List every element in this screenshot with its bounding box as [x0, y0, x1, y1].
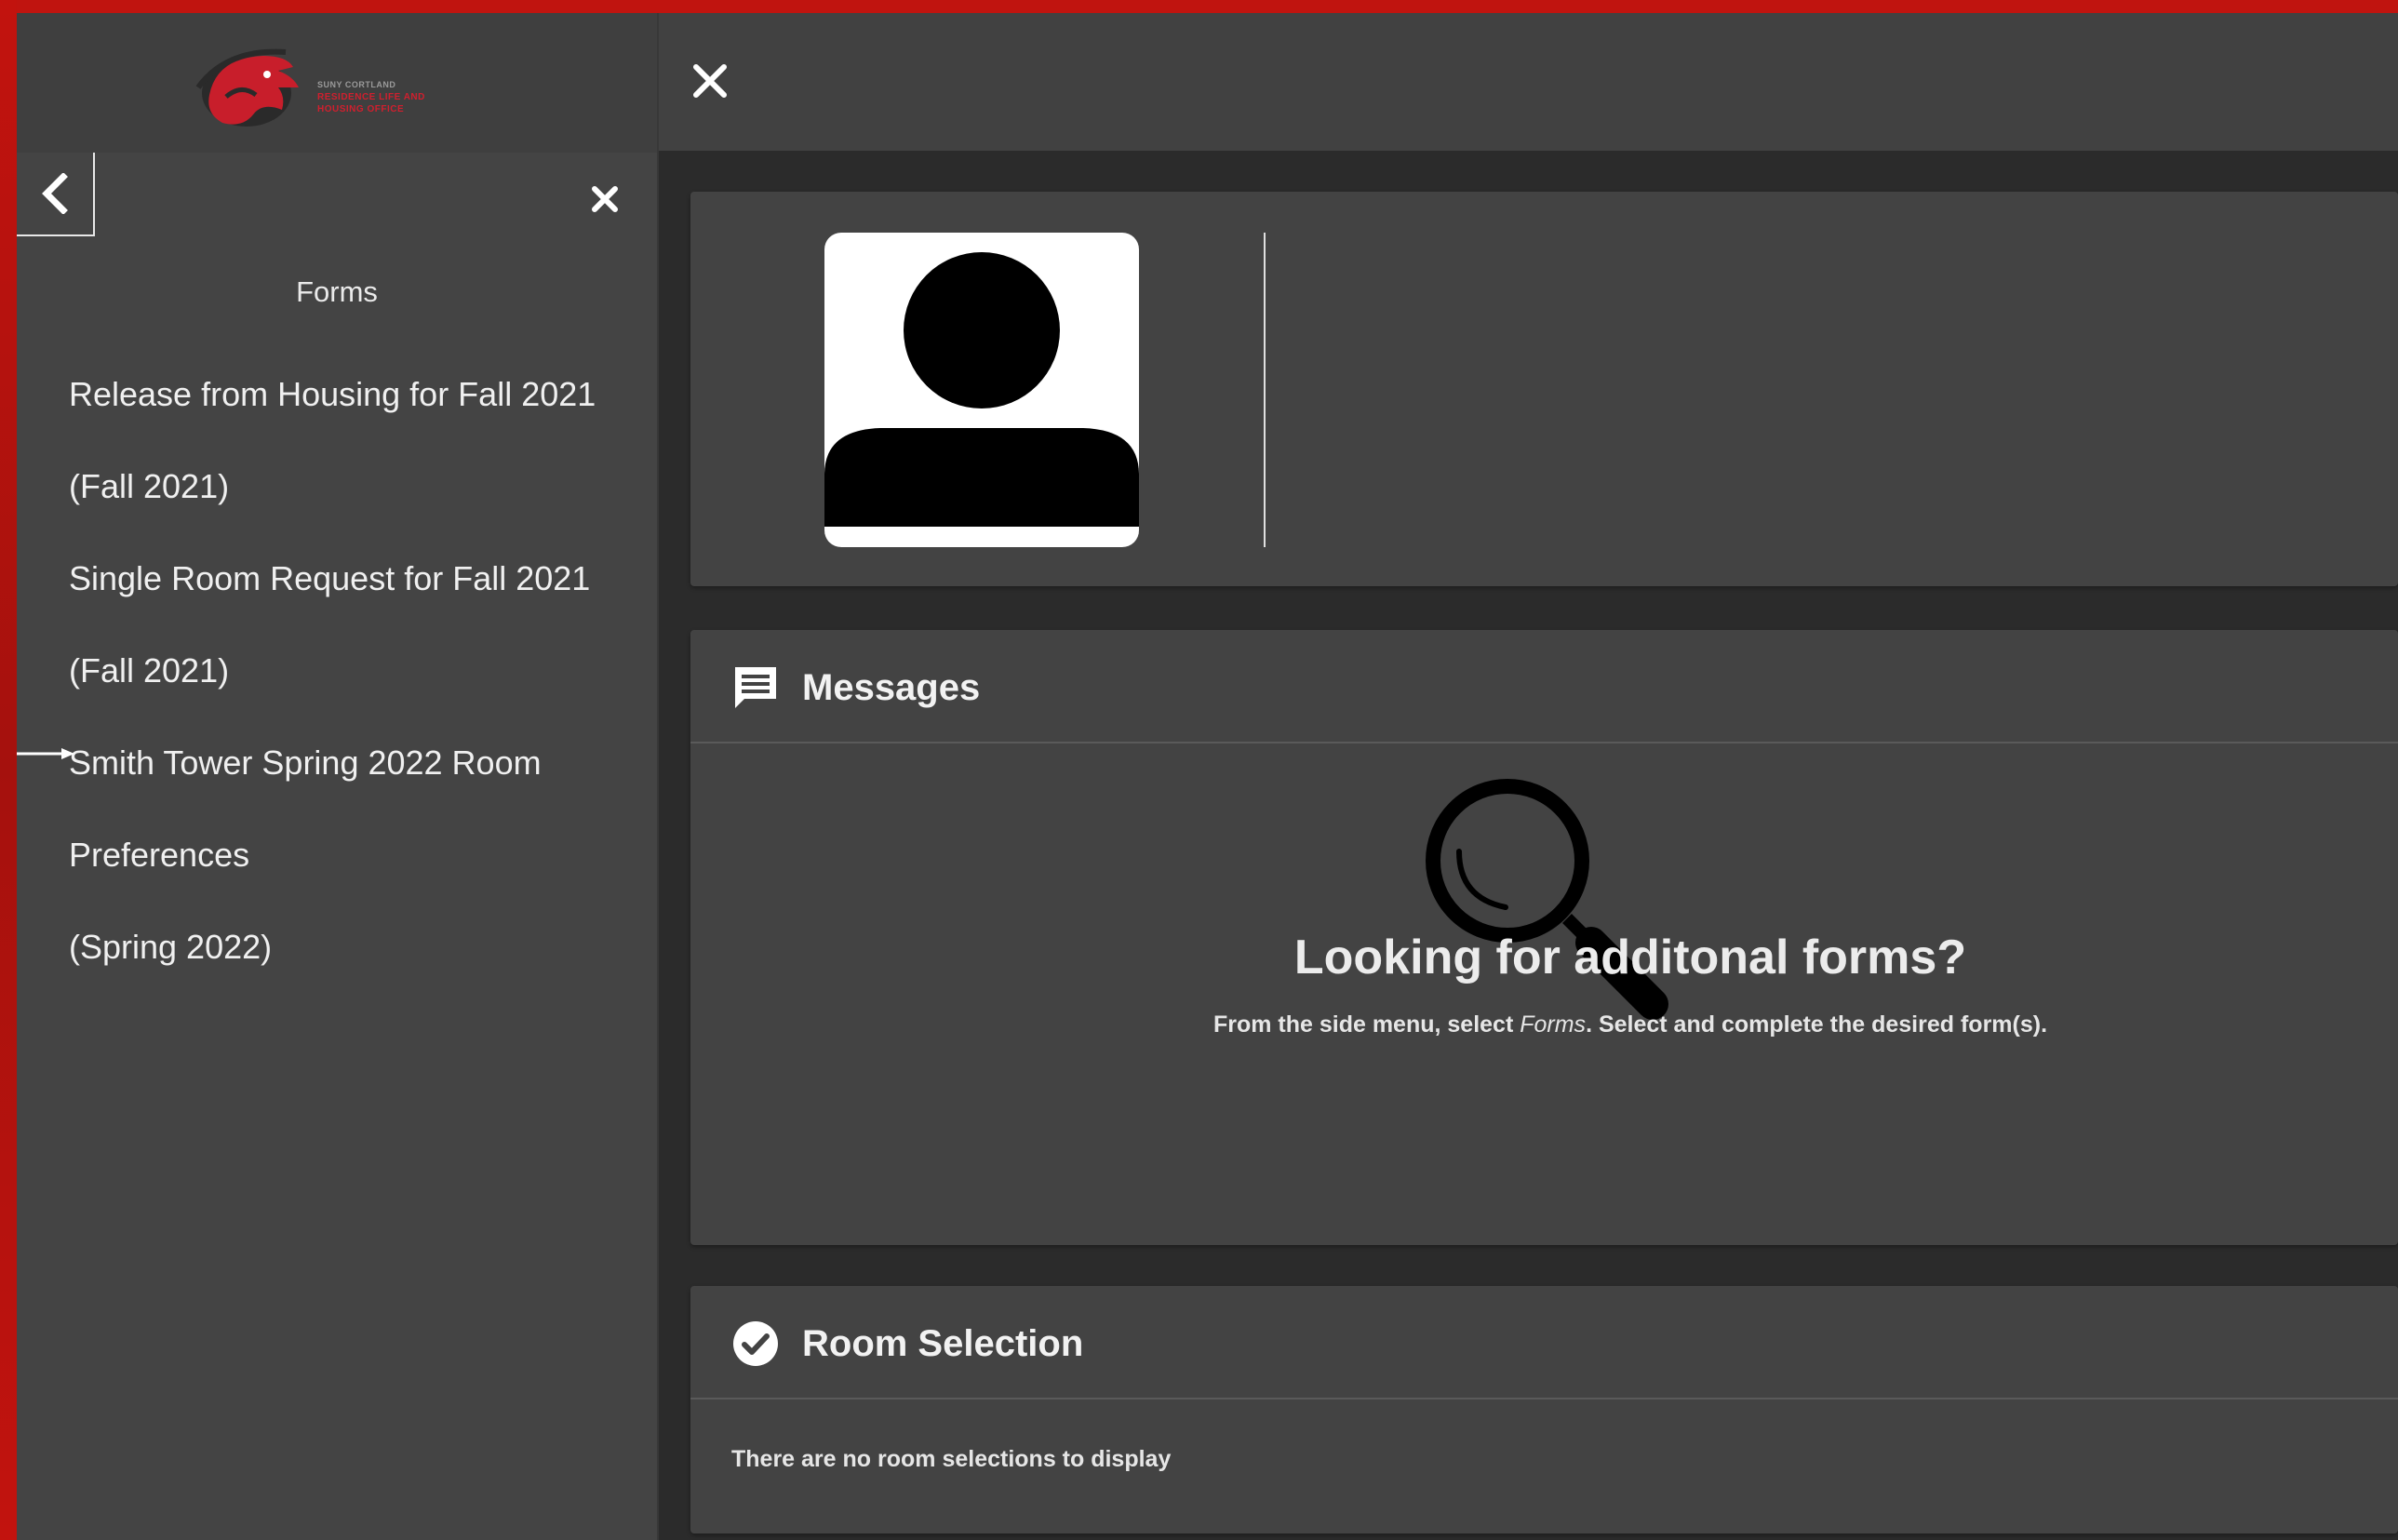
messages-empty-state — [690, 743, 1751, 1245]
dragon-logo-icon — [195, 48, 299, 127]
institution-logo[interactable]: SUNY CORTLAND RESIDENCE LIFE AND HOUSING… — [189, 39, 487, 141]
room-selection-empty-text: There are no room selections to display — [731, 1446, 1172, 1472]
magnifier-icon — [1426, 779, 1668, 1020]
form-link-smith-tower-preferences-cont[interactable]: Preferences — [69, 809, 646, 901]
page-background-left — [0, 0, 17, 1540]
logo-text-line-3: HOUSING OFFICE — [317, 104, 405, 114]
main-content: Messages Looking for additonal forms? Fr… — [659, 13, 2398, 1540]
messages-header: Messages — [690, 630, 2398, 743]
forms-heading: Forms — [296, 275, 378, 308]
profile-divider — [1264, 233, 1266, 547]
pointer-arrow-icon — [17, 748, 74, 759]
form-link-release-housing[interactable]: Release from Housing for Fall 2021 — [69, 348, 646, 440]
logo-text-line-1: SUNY CORTLAND — [317, 80, 396, 89]
close-icon — [592, 186, 618, 212]
profile-card — [690, 192, 2398, 586]
sidebar-header: SUNY CORTLAND RESIDENCE LIFE AND HOUSING… — [17, 13, 657, 153]
avatar — [824, 233, 1139, 547]
close-icon — [693, 64, 727, 98]
room-selection-title: Room Selection — [802, 1323, 1084, 1364]
sidebar-close-button[interactable] — [586, 181, 623, 218]
form-list: Release from Housing for Fall 2021 (Fall… — [69, 348, 646, 993]
check-circle-icon — [733, 1321, 778, 1366]
top-bar — [659, 13, 2398, 151]
page-background-top — [0, 0, 2398, 13]
app-root: SUNY CORTLAND RESIDENCE LIFE AND HOUSING… — [0, 0, 2398, 1540]
room-selection-header: Room Selection — [690, 1286, 2398, 1399]
chat-bubble-icon — [735, 667, 776, 708]
instructions-forms-emphasis: Forms — [1520, 1011, 1587, 1038]
form-link-single-room-request[interactable]: Single Room Request for Fall 2021 — [69, 532, 646, 624]
empty-state-instructions: From the side menu, select Forms. Select… — [988, 1011, 2272, 1038]
form-term-fall-2021[interactable]: (Fall 2021) — [69, 624, 646, 716]
form-link-smith-tower-preferences[interactable]: Smith Tower Spring 2022 Room — [69, 716, 646, 809]
form-term-fall-2021[interactable]: (Fall 2021) — [69, 440, 646, 532]
messages-title: Messages — [802, 667, 981, 708]
user-silhouette-icon — [824, 252, 1139, 547]
instructions-text-before: From the side menu, select — [1212, 1011, 1521, 1038]
room-selection-card: Room Selection There are no room selecti… — [690, 1286, 2398, 1533]
logo-text-line-2: RESIDENCE LIFE AND — [317, 92, 425, 102]
chevron-left-icon — [42, 173, 68, 214]
form-term-spring-2022[interactable]: (Spring 2022) — [69, 901, 646, 993]
sidebar-back-button[interactable] — [17, 153, 95, 236]
empty-state-heading: Looking for additonal forms? — [1293, 931, 1967, 984]
sidebar: SUNY CORTLAND RESIDENCE LIFE AND HOUSING… — [17, 13, 659, 1540]
messages-card: Messages Looking for additonal forms? Fr… — [690, 630, 2398, 1245]
close-menu-button[interactable] — [687, 58, 733, 104]
instructions-text-after: . Select and complete the desired form(s… — [1586, 1011, 2048, 1038]
